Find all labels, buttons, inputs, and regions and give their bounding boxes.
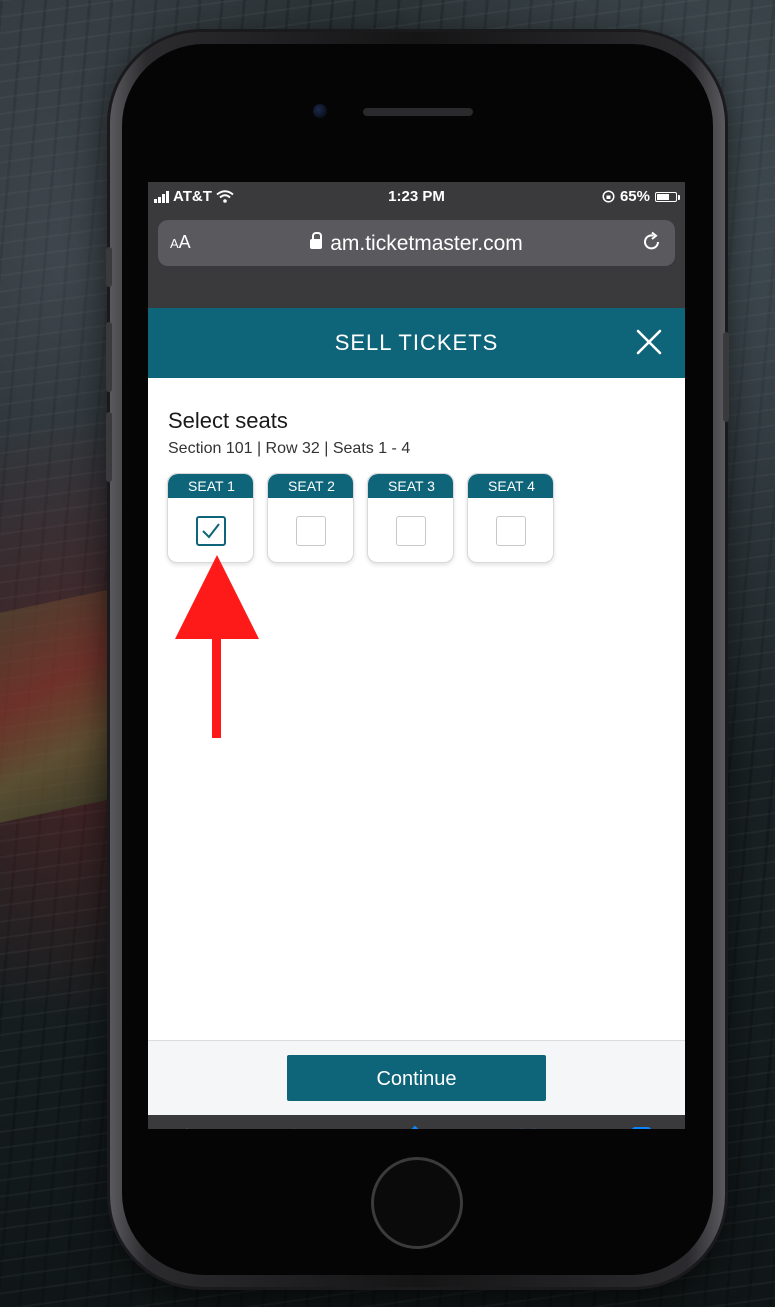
close-icon[interactable] [635,328,663,356]
seat-card-1[interactable]: SEAT 1 [167,473,254,563]
seat-label: SEAT 3 [368,474,453,498]
tabs-icon[interactable] [630,1125,658,1129]
seat-label: SEAT 4 [468,474,553,498]
seat-card-4[interactable]: SEAT 4 [467,473,554,563]
footer-bar: Continue [148,1040,685,1115]
seat-checkbox[interactable] [396,516,426,546]
stadium-background: AT&T 1:23 PM 65% AA am.ticketmaster.com … [0,0,775,1307]
seat-label: SEAT 1 [168,474,253,498]
power-button [723,332,729,422]
page-title: SELL TICKETS [334,330,499,355]
home-button[interactable] [371,1157,463,1249]
earpiece-speaker [363,108,473,116]
volume-down-button [106,412,112,482]
forward-icon[interactable] [283,1125,311,1129]
url-display[interactable]: am.ticketmaster.com [158,232,675,256]
browser-chrome: AA am.ticketmaster.com [148,212,685,308]
seat-checkbox[interactable] [196,516,226,546]
seat-checkbox[interactable] [296,516,326,546]
battery-level [657,193,669,200]
front-camera [313,104,327,118]
lock-icon [310,232,323,249]
select-seats-heading: Select seats [168,408,288,433]
seat-location-text: Section 101 | Row 32 | Seats 1 - 4 [168,440,411,457]
seat-selector: SEAT 1 SEAT 2 SEAT 3 SEAT 4 [167,473,554,563]
battery-icon [655,191,680,202]
url-text: am.ticketmaster.com [330,232,523,255]
seat-card-2[interactable]: SEAT 2 [267,473,354,563]
orientation-lock-icon [602,190,615,203]
reload-icon[interactable] [641,231,663,253]
battery-percent: 65% [619,188,650,205]
mute-switch [106,247,112,287]
annotation-arrow-icon [175,555,259,738]
checkmark-icon [202,523,220,539]
bookmarks-icon[interactable] [514,1125,542,1129]
seat-card-3[interactable]: SEAT 3 [367,473,454,563]
back-icon[interactable] [170,1125,198,1129]
seat-label: SEAT 2 [268,474,353,498]
status-bar: AT&T 1:23 PM 65% [148,182,685,212]
address-bar[interactable]: AA am.ticketmaster.com [158,220,675,266]
share-icon[interactable] [401,1125,429,1129]
field-background [0,587,120,823]
volume-up-button [106,322,112,392]
seat-checkbox[interactable] [496,516,526,546]
continue-button[interactable]: Continue [287,1055,546,1101]
browser-toolbar [148,1115,685,1129]
status-right: 65% [602,188,680,205]
app-header: SELL TICKETS [148,308,685,378]
